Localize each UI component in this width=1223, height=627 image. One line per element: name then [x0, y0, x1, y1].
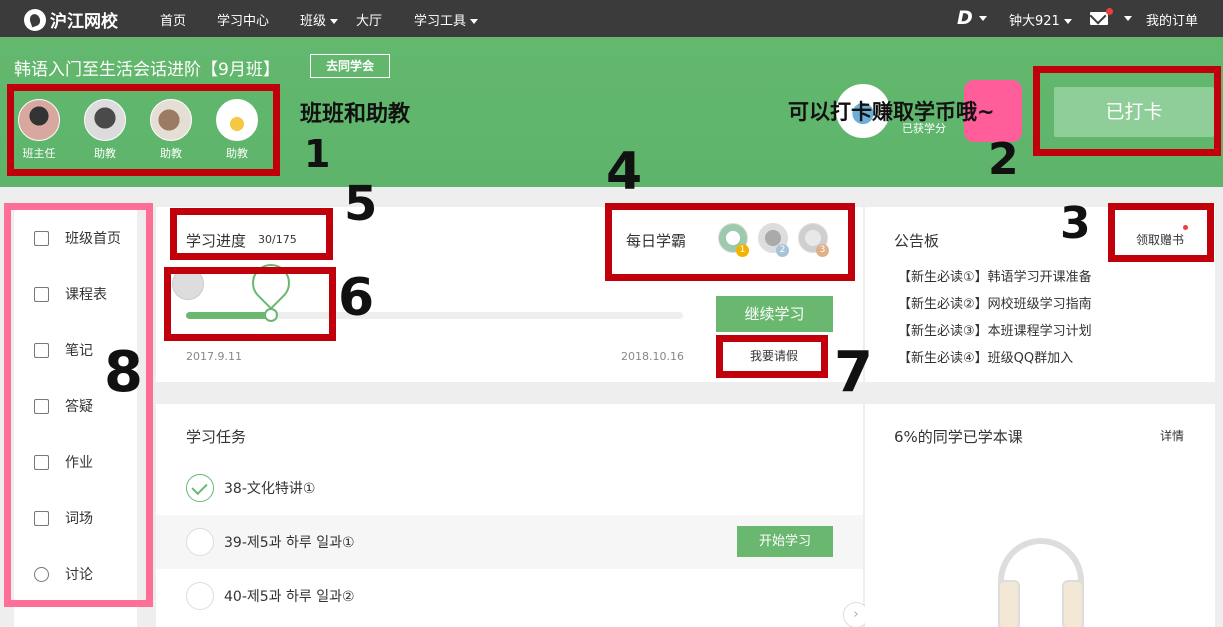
check-icon — [186, 474, 214, 502]
mail-icon[interactable] — [1090, 12, 1108, 25]
annotation-number: 2 — [988, 134, 1019, 185]
username: 钟大921 — [1009, 14, 1060, 29]
stat-detail-link[interactable]: 详情 — [1160, 427, 1184, 444]
brand-d-icon[interactable]: D — [957, 7, 987, 29]
notice-item[interactable]: 【新生必读②】网校班级学习指南 — [898, 293, 1092, 312]
annotation-number: 3 — [1060, 198, 1091, 249]
chevron-down-icon — [330, 19, 339, 24]
notification-dot — [1106, 8, 1113, 15]
annotation-number: 8 — [104, 340, 143, 405]
annotation-number: 7 — [834, 340, 873, 405]
user-menu[interactable]: 钟大921 — [1009, 10, 1072, 29]
start-date: 2017.9.11 — [186, 350, 242, 363]
annotation-number: 6 — [338, 268, 375, 328]
task-row[interactable]: 40-제5과 하루 일과② — [156, 569, 863, 623]
annotation-box-progress — [170, 208, 333, 260]
annotation-box-gift — [1108, 203, 1214, 262]
notice-item[interactable]: 【新生必读①】韩语学习开课准备 — [898, 266, 1092, 285]
task-row[interactable]: 39-제5과 하루 일과① 开始学习 — [156, 515, 863, 569]
headphone-ear — [998, 580, 1020, 627]
task-text: 38-文化特讲① — [224, 481, 316, 497]
annotation-number: 4 — [606, 142, 643, 202]
top-nav: 沪江网校 首页 学习中心 班级 大厅 学习工具 D 钟大921 我的订单 — [0, 0, 1223, 37]
annotation-number: 5 — [344, 176, 378, 232]
nav-item-tools-label: 学习工具 — [414, 14, 467, 29]
notice-title: 公告板 — [894, 232, 940, 250]
annotation-box-sidebar — [4, 203, 153, 607]
my-orders-link[interactable]: 我的订单 — [1146, 10, 1198, 29]
task-text: 40-제5과 하루 일과② — [224, 589, 355, 605]
notice-item[interactable]: 【新生必读③】本班课程学习计划 — [898, 320, 1092, 339]
nav-item-hall[interactable]: 大厅 — [356, 10, 382, 29]
headphone-ear — [1062, 580, 1084, 627]
chevron-down-icon — [470, 19, 479, 24]
logo[interactable]: 沪江网校 — [24, 7, 118, 32]
annotation-box-checkin — [1033, 66, 1221, 156]
annotation-box-mentors — [7, 84, 280, 176]
logo-icon — [24, 8, 46, 31]
course-title: 韩语入门至生活会话进阶【9月班】 — [14, 60, 280, 80]
nav-item-tools[interactable]: 学习工具 — [414, 10, 479, 29]
chevron-down-icon — [1063, 19, 1072, 24]
task-text: 39-제5과 하루 일과① — [224, 535, 355, 551]
chevron-down-icon — [978, 16, 987, 21]
continue-study-button[interactable]: 继续学习 — [716, 296, 833, 332]
nav-item-study-center[interactable]: 学习中心 — [217, 10, 269, 29]
task-row[interactable]: 38-文化特讲① — [156, 461, 863, 515]
nav-item-class[interactable]: 班级 — [300, 10, 339, 29]
chevron-down-icon[interactable] — [1124, 16, 1132, 21]
stat-title: 6%的同学已学本课 — [894, 428, 1023, 446]
circle-icon — [186, 582, 214, 610]
start-study-button[interactable]: 开始学习 — [737, 526, 833, 557]
end-date: 2018.10.16 — [621, 350, 684, 363]
annotation-number: 1 — [304, 132, 331, 176]
annotation-box-leave — [716, 335, 828, 378]
annotation-box-daily-top — [605, 203, 855, 281]
nav-item-home[interactable]: 首页 — [160, 10, 186, 29]
alumni-button[interactable]: 去同学会 — [310, 54, 390, 78]
brand-letter: D — [957, 7, 973, 29]
nav-item-class-label: 班级 — [300, 14, 327, 29]
circle-icon — [186, 528, 214, 556]
annotation-checkin-note: 可以打卡赚取学币哦~ — [788, 100, 995, 124]
logo-text: 沪江网校 — [50, 12, 118, 32]
annotation-box-progress-bar — [164, 267, 336, 341]
annotation-mentors-note: 班班和助教 — [300, 102, 411, 127]
task-title: 学习任务 — [186, 428, 247, 446]
notice-item[interactable]: 【新生必读④】班级QQ群加入 — [898, 347, 1073, 366]
